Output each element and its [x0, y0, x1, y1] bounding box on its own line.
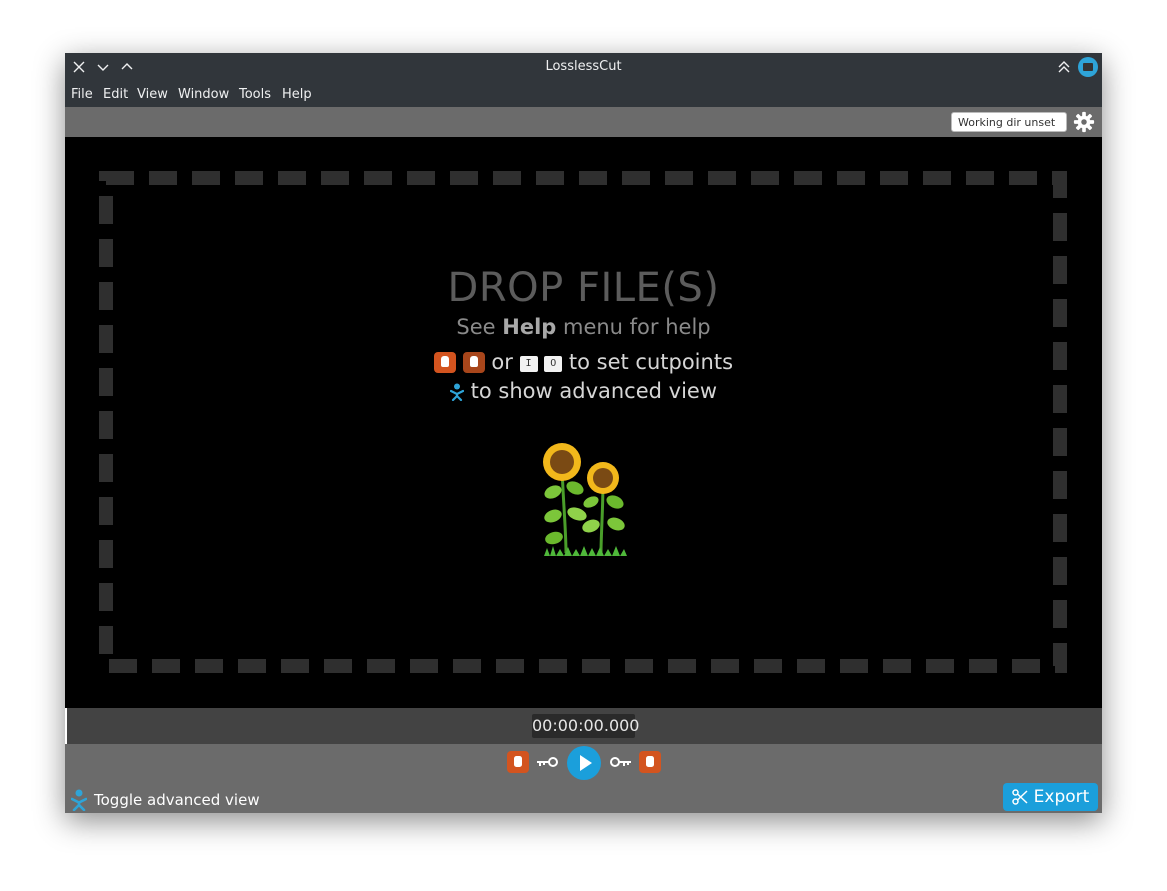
timeline[interactable]: 00:00:00.000 — [65, 708, 1102, 744]
menu-view[interactable]: View — [137, 87, 168, 102]
set-cut-end-icon — [462, 352, 485, 373]
set-cut-start-icon — [433, 352, 456, 373]
export-button[interactable]: Export — [1003, 783, 1098, 811]
key-i: I — [519, 356, 538, 372]
cutpoint-hint-text: to set cutpoints — [568, 350, 734, 374]
key-icon[interactable] — [610, 756, 632, 768]
menu-edit[interactable]: Edit — [103, 87, 128, 102]
help-hint: See Help menu for help — [65, 315, 1102, 339]
scissors-icon — [1011, 789, 1028, 805]
title-bar[interactable]: LosslessCut — [65, 53, 1102, 81]
bottom-controls: Toggle advanced view Export — [65, 744, 1102, 813]
menu-tools[interactable]: Tools — [239, 87, 271, 102]
menu-window[interactable]: Window — [178, 87, 229, 102]
window-title: LosslessCut — [545, 59, 622, 74]
set-cut-end-button[interactable] — [639, 751, 661, 773]
key-o: O — [544, 356, 563, 372]
gear-icon[interactable] — [1073, 111, 1095, 133]
help-hint-prefix: See — [456, 315, 503, 339]
help-hint-suffix: menu for help — [556, 315, 711, 339]
app-logo-icon — [1078, 57, 1098, 77]
playhead[interactable] — [65, 708, 67, 744]
keep-above-button[interactable] — [1054, 57, 1074, 77]
advanced-view-hint-text: to show advanced view — [470, 379, 718, 403]
help-hint-bold: Help — [502, 315, 557, 339]
timecode-display[interactable]: 00:00:00.000 — [532, 714, 639, 738]
menu-file[interactable]: File — [71, 87, 93, 102]
key-icon[interactable] — [536, 756, 558, 768]
drop-title: DROP FILE(S) — [447, 265, 720, 311]
advanced-view-hint: to show advanced view — [65, 379, 1102, 403]
set-cut-start-button[interactable] — [507, 751, 529, 773]
baby-icon — [71, 789, 87, 811]
drop-zone[interactable]: DROP FILE(S) See Help menu for help or I… — [65, 137, 1102, 708]
toggle-advanced-view-button[interactable]: Toggle advanced view — [71, 788, 260, 812]
top-toolbar: Working dir unset — [65, 107, 1102, 137]
menu-bar: File Edit View Window Tools Help — [65, 81, 1102, 107]
cutpoint-hint: or I O to set cutpoints — [65, 350, 1102, 374]
toggle-advanced-view-label: Toggle advanced view — [94, 791, 260, 809]
drop-zone-border — [99, 171, 1067, 673]
export-label: Export — [1033, 787, 1090, 807]
menu-help[interactable]: Help — [282, 87, 312, 102]
play-button[interactable] — [567, 746, 601, 780]
sunflower-icon — [543, 443, 627, 556]
working-dir-button[interactable]: Working dir unset — [951, 112, 1067, 132]
app-window: LosslessCut File Edit View Window Tools … — [65, 53, 1102, 813]
baby-icon — [449, 383, 465, 402]
cutpoint-hint-or: or — [491, 350, 513, 374]
double-chevron-up-icon — [1058, 61, 1070, 73]
